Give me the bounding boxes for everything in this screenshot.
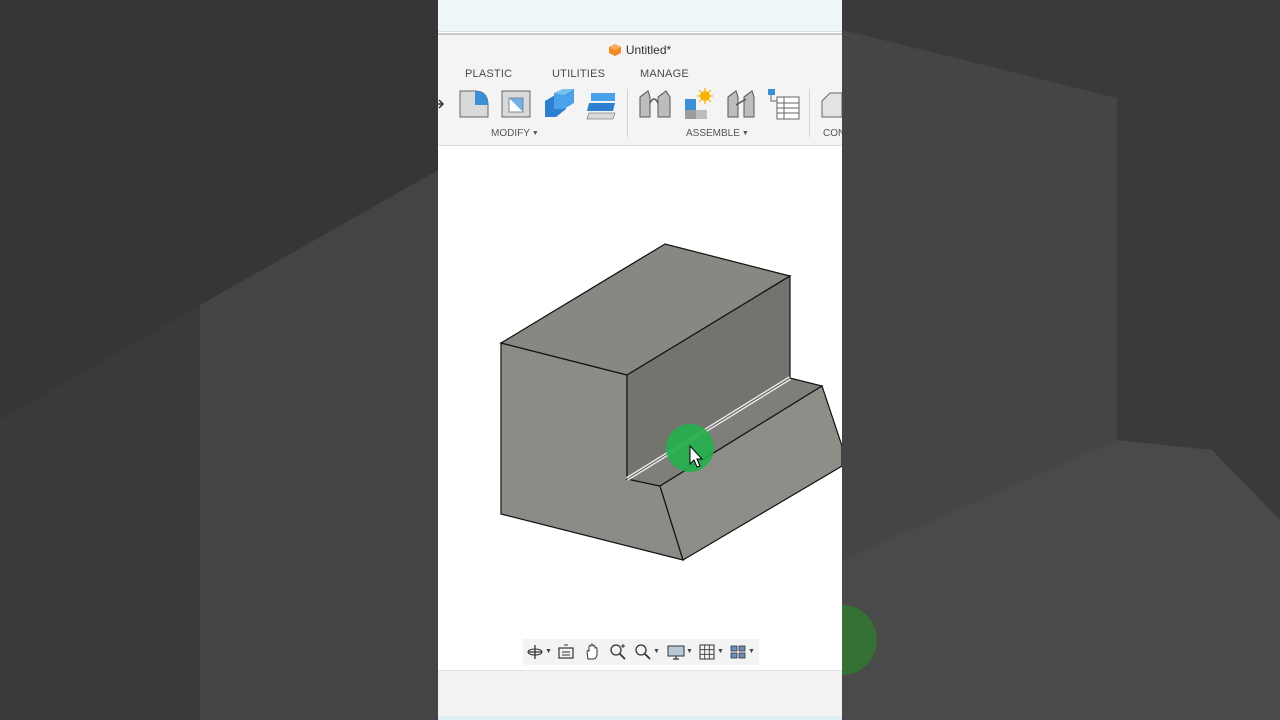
chevron-down-icon: ▼ <box>741 130 749 137</box>
fusion-window: Untitled* PLASTIC UTILITIES MANAGE MODIF… <box>438 0 842 720</box>
bottom-strip <box>438 716 842 720</box>
grid-icon[interactable] <box>698 643 716 661</box>
construct-menu[interactable]: CON <box>823 128 842 139</box>
pan-icon[interactable] <box>583 643 601 661</box>
new-component-icon[interactable] <box>681 87 715 121</box>
offset-plane-icon[interactable] <box>820 87 842 121</box>
joint-icon[interactable] <box>638 87 672 121</box>
background-left <box>0 0 438 720</box>
chevron-down-icon[interactable]: ▼ <box>717 648 724 655</box>
chevron-down-icon[interactable]: ▼ <box>653 648 660 655</box>
tab-utilities[interactable]: UTILITIES <box>552 68 605 80</box>
shell-icon[interactable] <box>499 87 533 121</box>
background-blurred-model-right <box>842 30 1280 720</box>
modify-menu[interactable]: MODIFY ▼ <box>491 128 539 139</box>
ribbon-separator <box>627 89 628 137</box>
background-blurred-model-left <box>0 0 438 720</box>
chevron-down-icon[interactable]: ▼ <box>545 648 552 655</box>
timeline-bar <box>438 670 842 717</box>
background-right <box>842 0 1280 720</box>
assemble-menu[interactable]: ASSEMBLE ▼ <box>686 128 749 139</box>
orbit-icon[interactable] <box>526 643 544 661</box>
chevron-down-icon[interactable]: ▼ <box>748 648 755 655</box>
chevron-down-icon: ▼ <box>531 130 539 137</box>
look-at-icon[interactable] <box>557 643 575 661</box>
replace-face-icon[interactable] <box>585 87 619 121</box>
as-built-joint-icon[interactable] <box>724 87 758 121</box>
display-settings-icon[interactable] <box>667 643 685 661</box>
bill-of-materials-icon[interactable] <box>767 87 801 121</box>
fillet-icon[interactable] <box>457 87 491 121</box>
document-title-text: Untitled* <box>625 43 672 57</box>
chevron-down-icon[interactable]: ▼ <box>686 648 693 655</box>
title-bar: Untitled* <box>438 33 842 65</box>
press-pull-icon[interactable] <box>438 87 446 121</box>
tab-manage[interactable]: MANAGE <box>640 68 689 80</box>
fit-icon[interactable] <box>634 643 652 661</box>
navigation-bar: ▼ ▼ ▼ ▼ ▼ <box>523 639 759 665</box>
viewports-icon[interactable] <box>729 643 747 661</box>
modify-menu-label: MODIFY <box>491 128 530 139</box>
model-body[interactable] <box>438 146 842 670</box>
assemble-menu-label: ASSEMBLE <box>686 128 740 139</box>
tab-plastic[interactable]: PLASTIC <box>465 68 512 80</box>
viewport-canvas[interactable]: ▼ ▼ ▼ ▼ ▼ <box>438 146 842 670</box>
top-bar <box>438 0 842 32</box>
document-title[interactable]: Untitled* <box>438 43 842 57</box>
document-icon <box>608 44 621 56</box>
zoom-icon[interactable] <box>609 643 627 661</box>
ribbon-separator <box>809 89 810 137</box>
toolbar-ribbon: PLASTIC UTILITIES MANAGE MODIFY ▼ ASSEMB… <box>438 63 842 146</box>
combine-icon[interactable] <box>542 87 576 121</box>
